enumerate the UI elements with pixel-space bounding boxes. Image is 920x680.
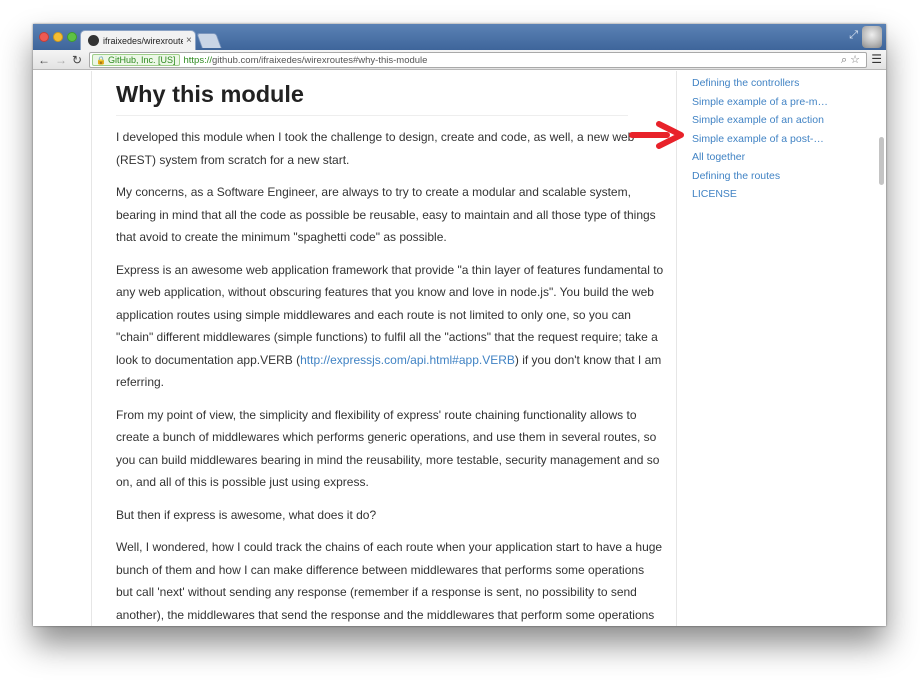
readme-container: Why this module I developed this module …: [91, 71, 677, 626]
url-text[interactable]: https://github.com/ifraixedes/wirexroute…: [184, 55, 428, 66]
new-tab-button[interactable]: [196, 33, 222, 48]
close-window-button[interactable]: [39, 32, 49, 42]
paragraph-2: My concerns, as a Software Engineer, are…: [116, 185, 656, 244]
fullscreen-icon[interactable]: ⤢: [849, 29, 858, 42]
browser-window: ifraixedes/wirexroutes - C × ⤢ ← → ↻ 🔒 G…: [33, 24, 886, 626]
toc-item-pre-middleware[interactable]: Simple example of a pre-m…: [692, 93, 852, 112]
toc-item-action[interactable]: Simple example of an action: [692, 111, 852, 130]
table-of-contents: Defining the controllers Simple example …: [692, 74, 852, 204]
lock-icon: 🔒: [96, 55, 106, 65]
menu-icon[interactable]: ☰: [871, 52, 882, 66]
browser-toolbar: ← → ↻ 🔒 GitHub, Inc. [US] https://github…: [33, 50, 886, 70]
toc-item-all-together[interactable]: All together: [692, 148, 852, 167]
readme-article: Why this module I developed this module …: [116, 71, 664, 626]
profile-avatar[interactable]: [862, 26, 882, 48]
address-bar[interactable]: 🔒 GitHub, Inc. [US] https://github.com/i…: [89, 52, 867, 68]
paragraph-4: From my point of view, the simplicity an…: [116, 407, 660, 490]
reload-icon[interactable]: ↻: [72, 52, 82, 68]
paragraph-3-text: Express is an awesome web application fr…: [116, 262, 664, 367]
paragraph-6: Well, I wondered, how I could track the …: [116, 540, 663, 622]
toc-item-license[interactable]: LICENSE: [692, 185, 852, 204]
security-badge-label: GitHub, Inc. [US]: [107, 55, 176, 65]
minimize-window-button[interactable]: [53, 32, 63, 42]
app-verb-docs-link[interactable]: http://expressjs.com/api.html#app.VERB: [300, 353, 515, 367]
paragraph-5: But then if express is awesome, what doe…: [116, 507, 377, 522]
zoom-window-button[interactable]: [67, 32, 77, 42]
page-title: Why this module: [116, 81, 628, 116]
paragraph-1: I developed this module when I took the …: [116, 130, 635, 167]
browser-tab[interactable]: ifraixedes/wirexroutes - C ×: [80, 30, 196, 50]
red-arrow-icon: [629, 121, 684, 149]
github-favicon-icon: [88, 35, 99, 46]
tab-title: ifraixedes/wirexroutes - C: [103, 35, 183, 46]
tab-close-icon[interactable]: ×: [186, 35, 192, 46]
search-icon[interactable]: ⌕: [841, 53, 847, 67]
title-bar: ifraixedes/wirexroutes - C × ⤢: [33, 24, 886, 50]
toc-item-defining-routes[interactable]: Defining the routes: [692, 167, 852, 186]
url-protocol: https://: [183, 54, 213, 66]
star-icon[interactable]: ☆: [850, 53, 860, 67]
paragraph-3: Express is an awesome web application fr…: [116, 259, 664, 394]
toc-item-post-middleware[interactable]: Simple example of a post-…: [692, 130, 852, 149]
toc-item-defining-controllers[interactable]: Defining the controllers: [692, 74, 852, 93]
forward-arrow-icon[interactable]: →: [55, 52, 67, 68]
back-arrow-icon[interactable]: ←: [38, 52, 50, 68]
url-path: github.com/ifraixedes/wirexroutes#why-th…: [212, 54, 428, 66]
scrollbar-thumb[interactable]: [879, 137, 884, 185]
page-viewport: Why this module I developed this module …: [33, 71, 886, 626]
ev-security-badge[interactable]: 🔒 GitHub, Inc. [US]: [92, 54, 180, 66]
